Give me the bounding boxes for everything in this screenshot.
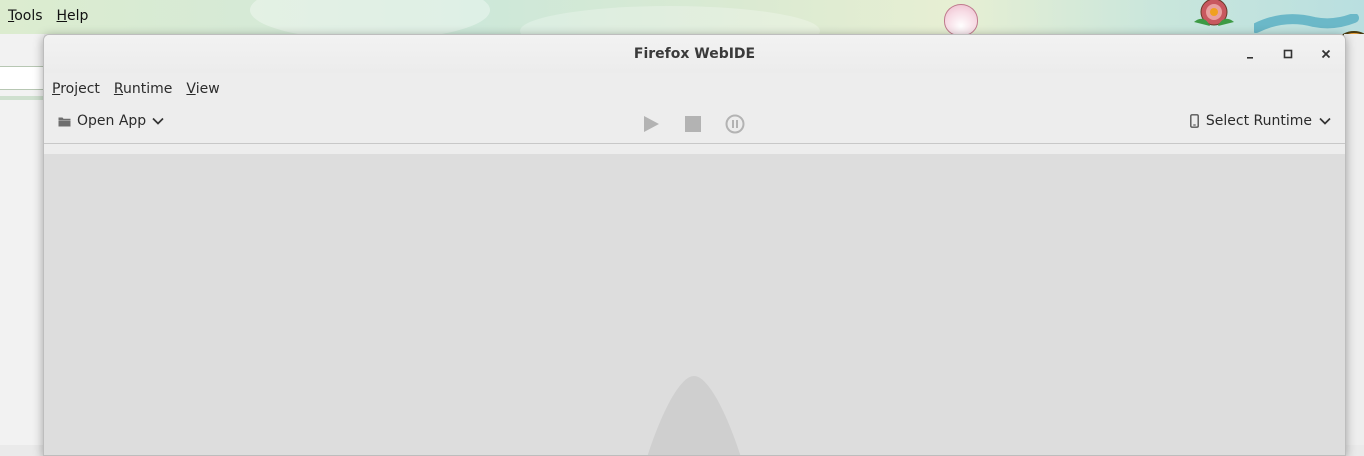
background-divider [0,96,44,100]
webide-toolbar: Open App Select Runtime [44,105,1345,144]
menu-project[interactable]: Project [52,81,100,97]
chevron-down-icon [152,117,164,125]
menu-view[interactable]: View [186,81,219,97]
pause-button[interactable] [724,113,746,135]
pause-icon [725,114,745,134]
chevron-down-icon [1319,117,1331,125]
window-titlebar[interactable]: Firefox WebIDE [44,35,1345,73]
close-icon [1321,49,1331,59]
phone-icon [1189,114,1199,128]
theme-petal-decoration [944,4,978,34]
stop-button[interactable] [682,113,704,135]
background-menu-help[interactable]: Help [57,8,89,24]
webide-content-area [44,154,1345,455]
webide-logo-icon [647,376,741,455]
open-app-button[interactable]: Open App [58,113,164,129]
theme-flower-decoration [1194,0,1234,26]
maximize-button[interactable] [1269,35,1307,73]
theme-cloud [250,0,490,34]
background-url-field[interactable] [0,66,44,90]
background-right-panel [1344,34,1364,445]
minimize-button[interactable] [1231,35,1269,73]
webide-menubar: Project Runtime View [44,73,1345,105]
browser-theme-header: Tools Help [0,0,1364,34]
background-menubar: Tools Help [0,0,88,32]
menu-runtime[interactable]: Runtime [114,81,173,97]
background-menu-tools[interactable]: Tools [8,8,43,24]
select-runtime-label: Select Runtime [1205,113,1312,129]
select-runtime-button[interactable]: Select Runtime [1189,113,1331,129]
theme-cloud [520,6,820,34]
app-run-controls [640,113,746,135]
maximize-icon [1283,49,1293,59]
window-controls [1231,35,1345,73]
stop-icon [685,116,701,132]
play-icon [644,116,659,132]
folder-icon [58,117,71,126]
webide-window: Firefox WebIDE Project Runtime View Open… [43,34,1346,456]
open-app-label: Open App [77,113,147,129]
play-button[interactable] [640,113,662,135]
close-button[interactable] [1307,35,1345,73]
window-title: Firefox WebIDE [633,46,756,62]
minimize-icon [1247,57,1253,59]
